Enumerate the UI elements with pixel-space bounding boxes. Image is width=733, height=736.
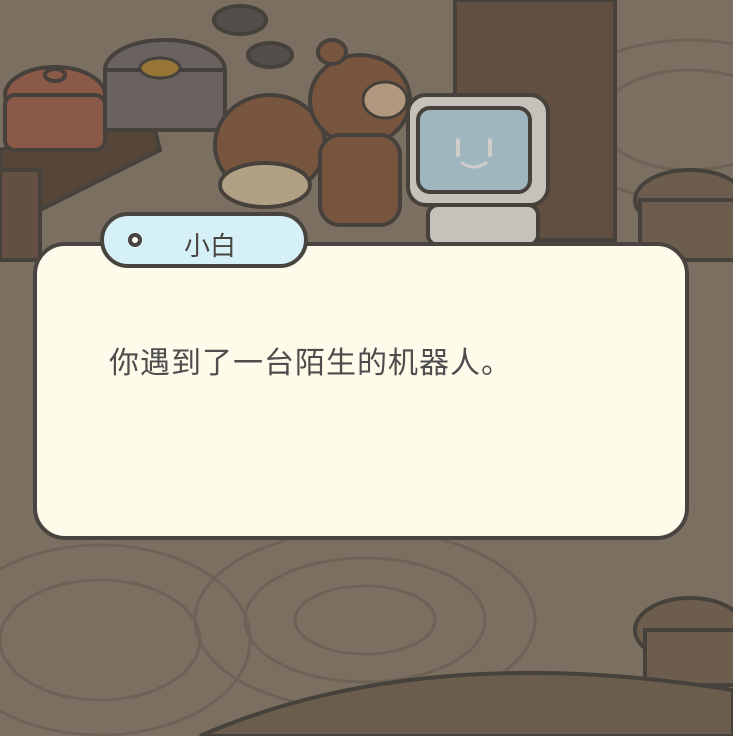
speaker-name: 小白 [184, 232, 237, 262]
name-tag-dot-icon [128, 233, 142, 247]
dialog-text: 你遇到了一台陌生的机器人。 [109, 346, 512, 381]
dialog-box[interactable]: 你遇到了一台陌生的机器人。 [33, 242, 689, 540]
speaker-name-tag: 小白 [100, 212, 308, 268]
